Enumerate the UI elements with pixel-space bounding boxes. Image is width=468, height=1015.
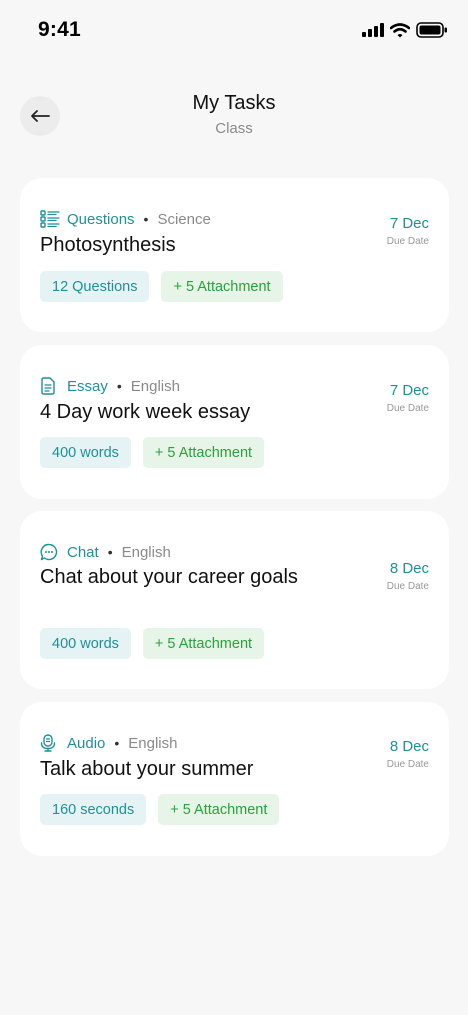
status-bar: 9:41: [0, 0, 468, 60]
separator-dot: •: [116, 378, 122, 394]
task-type: Essay: [67, 377, 108, 395]
chat-bubble-icon: [40, 542, 60, 562]
separator-dot: •: [114, 735, 120, 751]
cellular-signal-icon: [362, 23, 384, 37]
task-title: 4 Day work week essay: [40, 401, 251, 423]
due-block: 7 Dec Due Date: [387, 382, 429, 414]
separator-dot: •: [143, 211, 149, 227]
due-date: 8 Dec: [389, 738, 429, 755]
attachment-chip[interactable]: + 5 Attachment: [142, 628, 265, 659]
due-block: 7 Dec Due Date: [387, 215, 429, 247]
due-block: 8 Dec Due Date: [387, 738, 429, 770]
task-card-chat[interactable]: Chat • English Chat about your career go…: [20, 511, 449, 689]
task-title: Talk about your summer: [40, 758, 254, 780]
due-block: 8 Dec Due Date: [387, 560, 429, 592]
task-card-audio[interactable]: Audio • English Talk about your summer 8…: [20, 702, 449, 856]
task-meta: Chat • English: [40, 542, 171, 562]
task-subject: Science: [157, 210, 211, 228]
task-card-questions[interactable]: Questions • Science Photosynthesis 7 Dec…: [20, 178, 449, 332]
task-chips: 400 words + 5 Attachment: [40, 437, 265, 468]
header: My Tasks Class: [0, 90, 468, 150]
task-type: Audio: [67, 734, 106, 752]
task-meta: Audio • English: [40, 733, 177, 753]
checklist-icon: [40, 209, 60, 229]
attachment-chip[interactable]: + 5 Attachment: [158, 794, 280, 825]
task-subject: English: [130, 377, 180, 395]
attachment-chip[interactable]: + 5 Attachment: [161, 271, 283, 302]
task-subject: English: [121, 543, 171, 561]
task-type: Questions: [67, 210, 135, 228]
wifi-icon: [390, 22, 410, 37]
document-icon: [40, 376, 60, 396]
due-label: Due Date: [386, 581, 429, 592]
title-block: My Tasks Class: [0, 92, 468, 137]
task-chips: 12 Questions + 5 Attachment: [40, 271, 283, 302]
task-chips: 160 seconds + 5 Attachment: [40, 794, 280, 825]
task-type: Chat: [67, 543, 99, 561]
battery-icon: [416, 22, 447, 38]
task-title: Photosynthesis: [40, 234, 176, 256]
attachment-chip[interactable]: + 5 Attachment: [142, 437, 265, 468]
due-date: 7 Dec: [389, 215, 429, 232]
task-chips: 400 words + 5 Attachment: [40, 628, 265, 659]
count-chip: 12 Questions: [40, 271, 150, 302]
task-subject: English: [128, 734, 178, 752]
count-chip: 400 words: [40, 437, 131, 468]
task-card-essay[interactable]: Essay • English 4 Day work week essay 7 …: [20, 345, 449, 499]
due-date: 8 Dec: [389, 560, 429, 577]
microphone-icon: [40, 733, 60, 753]
status-time: 9:41: [38, 18, 81, 41]
task-meta: Essay • English: [40, 376, 180, 396]
due-date: 7 Dec: [389, 382, 429, 399]
count-chip: 400 words: [40, 628, 131, 659]
status-icons: [362, 22, 448, 38]
due-label: Due Date: [386, 403, 429, 414]
page-subtitle: Class: [215, 120, 253, 137]
page-title: My Tasks: [192, 92, 276, 114]
task-meta: Questions • Science: [40, 209, 211, 229]
due-label: Due Date: [386, 236, 429, 247]
separator-dot: •: [107, 544, 113, 560]
count-chip: 160 seconds: [40, 794, 147, 825]
task-title: Chat about your career goals: [40, 566, 298, 588]
due-label: Due Date: [386, 759, 429, 770]
